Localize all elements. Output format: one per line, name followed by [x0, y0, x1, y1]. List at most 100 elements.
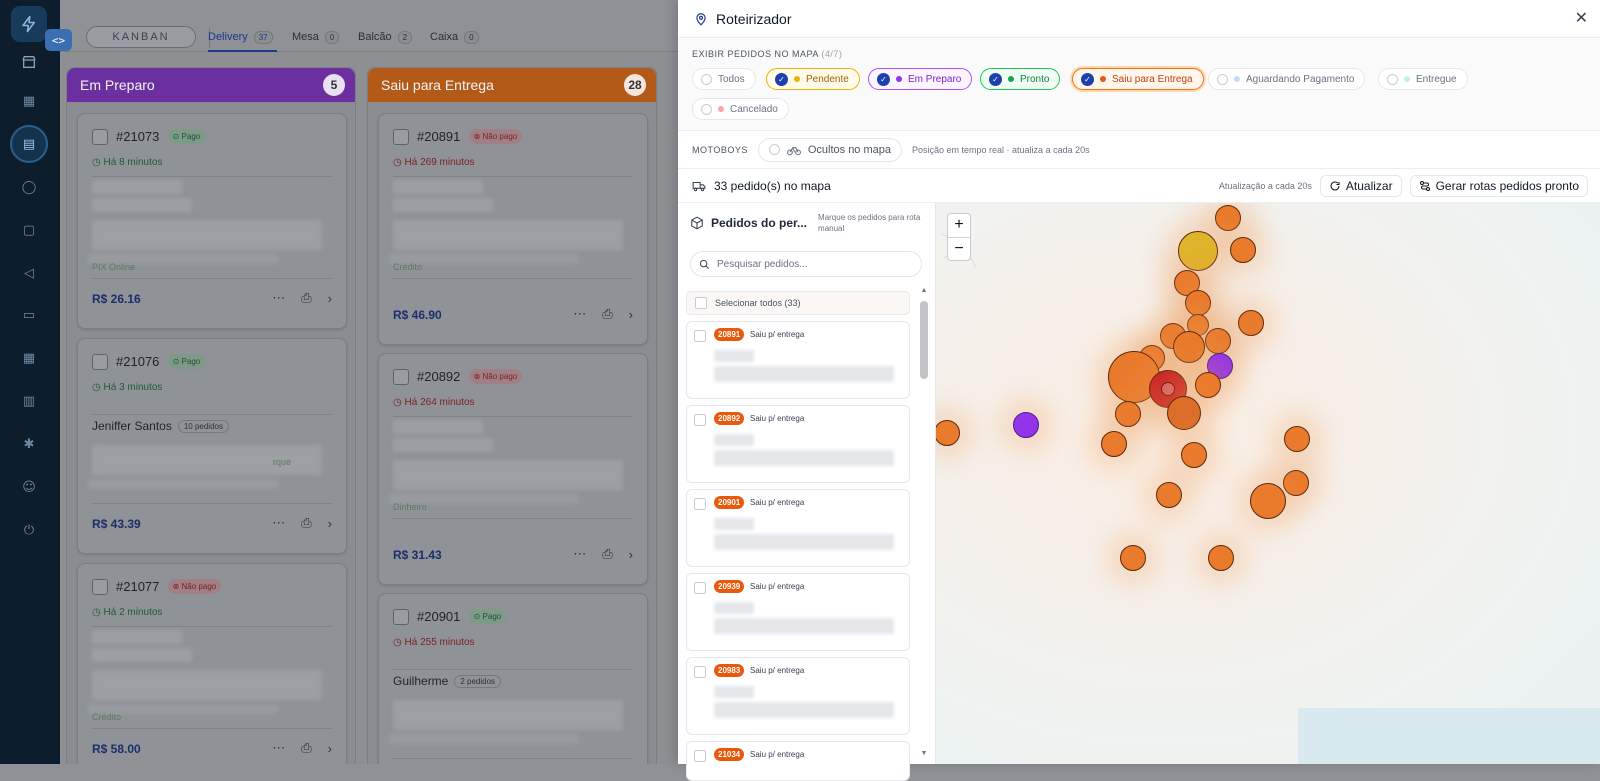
close-icon[interactable]: ✕ [1575, 8, 1588, 28]
map-order-marker[interactable] [1283, 470, 1309, 496]
kanban-mode-button[interactable]: KANBAN [86, 26, 196, 48]
sidebar-item-dashboard[interactable]: ▦ [0, 84, 58, 118]
map-order-marker[interactable] [1250, 483, 1286, 519]
sidebar-item-user[interactable]: ☺ [0, 470, 58, 504]
more-options-icon[interactable]: ⋯ [573, 546, 586, 562]
filter-chip-cancelado[interactable]: Cancelado [692, 98, 789, 120]
status-dot [896, 76, 902, 82]
card-checkbox[interactable] [393, 129, 409, 145]
delivery-map[interactable]: + − [936, 203, 1600, 764]
route-order-card[interactable]: 20891 Saiu p/ entrega [686, 321, 910, 399]
map-order-marker[interactable] [1284, 426, 1310, 452]
filter-chip-entregue[interactable]: Entregue [1378, 68, 1468, 90]
filter-chip-em-preparo[interactable]: ✓ Em Preparo [868, 68, 973, 90]
card-checkbox[interactable] [393, 609, 409, 625]
order-checkbox[interactable] [694, 666, 706, 678]
map-order-marker[interactable] [1178, 231, 1218, 271]
card-checkbox[interactable] [393, 369, 409, 385]
refresh-button[interactable]: Atualizar [1319, 175, 1402, 197]
order-card[interactable]: #20891 ⊗ Não pago ◷ Há 269 minutos Crédito R… [378, 113, 648, 345]
app-logo[interactable] [11, 6, 47, 42]
card-checkbox[interactable] [92, 129, 108, 145]
zoom-out-button[interactable]: − [948, 238, 970, 261]
map-order-marker[interactable] [1215, 205, 1241, 231]
map-order-marker[interactable] [1181, 442, 1207, 468]
order-card[interactable]: #21077 ⊗ Não pago ◷ Há 2 minutos Crédito R$ … [77, 563, 347, 764]
map-order-marker[interactable] [1230, 237, 1256, 263]
sidebar-item-chat[interactable]: ◯ [0, 170, 58, 204]
filter-chip-pendente[interactable]: ✓ Pendente [766, 68, 860, 90]
map-order-marker[interactable] [1173, 331, 1205, 363]
print-icon[interactable]: ⎙ [301, 515, 311, 531]
scroll-up-icon[interactable]: ▲ [919, 287, 929, 294]
print-icon[interactable]: ⎙ [301, 740, 311, 756]
chevron-right-icon[interactable]: › [328, 741, 332, 756]
more-options-icon[interactable]: ⋯ [272, 740, 285, 756]
card-checkbox[interactable] [92, 579, 108, 595]
filter-chip-pronto[interactable]: ✓ Pronto [980, 68, 1061, 90]
route-order-card[interactable]: 20939 Saiu p/ entrega [686, 573, 910, 651]
chevron-right-icon[interactable]: › [629, 307, 633, 322]
select-all-row[interactable]: Selecionar todos (33) [686, 291, 910, 315]
map-order-marker[interactable] [1205, 328, 1231, 354]
tab-balcao[interactable]: Balcão 2 [358, 26, 413, 48]
sidebar-toggle-button[interactable]: <> [45, 29, 72, 51]
chevron-right-icon[interactable]: › [328, 516, 332, 531]
map-order-marker[interactable] [1185, 290, 1211, 316]
map-order-marker[interactable] [1156, 482, 1182, 508]
sidebar-item-gear[interactable]: ✱ [0, 427, 58, 461]
route-order-card[interactable]: 20892 Saiu p/ entrega [686, 405, 910, 483]
order-checkbox[interactable] [694, 414, 706, 426]
motoboys-toggle[interactable]: Ocultos no mapa [757, 137, 902, 162]
route-order-card[interactable]: 20983 Saiu p/ entrega [686, 657, 910, 735]
map-order-marker[interactable] [1120, 545, 1146, 571]
route-order-card[interactable]: 21034 Saiu p/ entrega [686, 741, 910, 781]
tab-mesa[interactable]: Mesa 0 [292, 26, 340, 48]
map-order-marker[interactable] [1101, 431, 1127, 457]
map-order-marker[interactable] [1208, 545, 1234, 571]
map-order-marker[interactable] [1167, 396, 1201, 430]
map-order-marker[interactable] [1115, 401, 1141, 427]
order-card[interactable]: #20892 ⊗ Não pago ◷ Há 264 minutos Dinheiro… [378, 353, 648, 585]
order-checkbox[interactable] [694, 750, 706, 762]
select-all-checkbox[interactable] [695, 297, 707, 309]
order-checkbox[interactable] [694, 582, 706, 594]
sidebar-item-grid[interactable]: ▦ [0, 341, 58, 375]
map-order-marker[interactable] [936, 420, 960, 446]
orders-scrollbar[interactable]: ▲ ▼ [919, 287, 929, 757]
generate-routes-button[interactable]: Gerar rotas pedidos pronto [1409, 175, 1588, 197]
filter-chip-todos[interactable]: Todos [692, 68, 756, 90]
more-options-icon[interactable]: ⋯ [272, 515, 285, 531]
sidebar-item-megaphone[interactable]: ◁ [0, 256, 58, 290]
map-order-marker[interactable] [1195, 372, 1221, 398]
order-card[interactable]: #21076 ⊙ Pago ◷ Há 3 minutos Jeniffer Santo… [77, 338, 347, 554]
order-checkbox[interactable] [694, 330, 706, 342]
sidebar-item-orders[interactable]: ▤ [0, 125, 58, 163]
print-icon[interactable]: ⎙ [602, 306, 612, 322]
sidebar-item-power[interactable]: ⏻ [0, 513, 58, 547]
order-card[interactable]: #21073 ⊙ Pago ◷ Há 8 minutos PIX Online R$ 2… [77, 113, 347, 329]
map-order-marker[interactable] [1013, 412, 1039, 438]
sidebar-item-bag[interactable]: ▢ [0, 213, 58, 247]
sidebar-item-chart[interactable]: ▥ [0, 384, 58, 418]
filter-chip-saiu-para-entrega[interactable]: ✓ Saiu para Entrega [1072, 68, 1204, 90]
print-icon[interactable]: ⎙ [301, 290, 311, 306]
more-options-icon[interactable]: ⋯ [573, 306, 586, 322]
more-options-icon[interactable]: ⋯ [272, 290, 285, 306]
scrollbar-thumb[interactable] [920, 301, 928, 379]
route-order-card[interactable]: 20901 Saiu p/ entrega [686, 489, 910, 567]
search-orders-input[interactable]: Pesquisar pedidos... [690, 251, 922, 277]
card-checkbox[interactable] [92, 354, 108, 370]
sidebar-item-folder[interactable]: ▭ [0, 298, 58, 332]
order-card[interactable]: #20901 ⊙ Pago ◷ Há 255 minutos Guilherme 2 p… [378, 593, 648, 764]
map-order-marker[interactable] [1238, 310, 1264, 336]
chevron-right-icon[interactable]: › [328, 291, 332, 306]
print-icon[interactable]: ⎙ [602, 546, 612, 562]
filter-chip-aguardando-pagamento[interactable]: Aguardando Pagamento [1208, 68, 1366, 90]
tab-caixa[interactable]: Caixa 0 [430, 26, 479, 48]
tab-delivery[interactable]: Delivery 37 [208, 26, 277, 52]
scroll-down-icon[interactable]: ▼ [919, 750, 929, 757]
chevron-right-icon[interactable]: › [629, 547, 633, 562]
order-checkbox[interactable] [694, 498, 706, 510]
zoom-in-button[interactable]: + [948, 214, 970, 238]
